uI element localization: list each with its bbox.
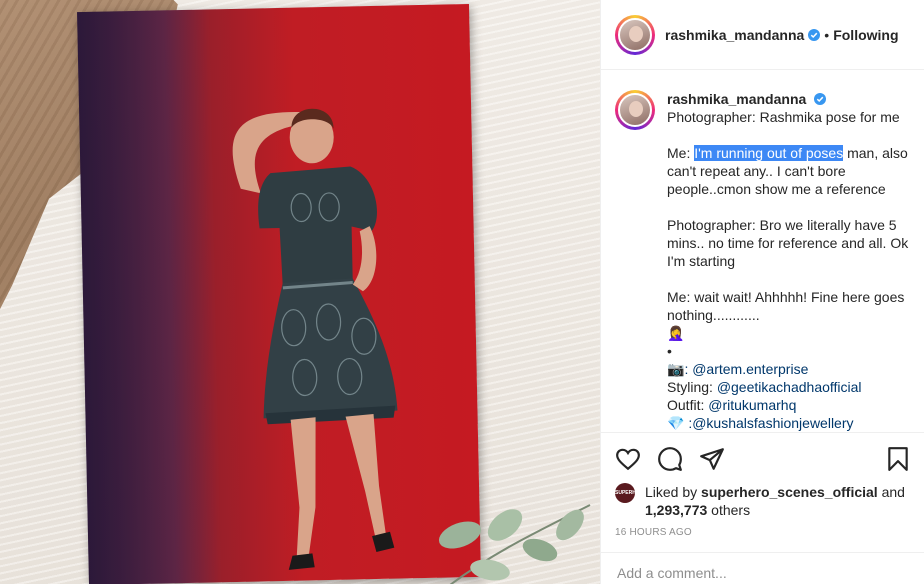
- model-figure: [232, 108, 398, 570]
- liker-username[interactable]: superhero_scenes_official: [701, 484, 878, 500]
- post-media[interactable]: [0, 0, 600, 584]
- post-photo: [77, 3, 481, 584]
- post-header: rashmika_mandanna • Following: [601, 0, 924, 70]
- comment-box: [601, 552, 924, 584]
- caption-section: rashmika_mandanna Photographer: Rashmika…: [601, 70, 924, 432]
- likes-summary: SUPERHERO Liked by superhero_scenes_offi…: [615, 483, 905, 518]
- caption-text: rashmika_mandanna Photographer: Rashmika…: [667, 90, 911, 432]
- caption-author-avatar[interactable]: [615, 90, 655, 130]
- caption-line: Outfit: @ritukumarhq: [667, 397, 797, 413]
- liker-avatar[interactable]: SUPERHERO: [615, 483, 647, 503]
- caption-username[interactable]: rashmika_mandanna: [667, 91, 806, 107]
- caption-line: Photographer: Bro we literally have 5 mi…: [667, 217, 909, 269]
- eucalyptus-decoration: [438, 504, 591, 584]
- photographer-tag[interactable]: : @artem.enterprise: [684, 361, 808, 377]
- heart-icon[interactable]: [615, 446, 641, 472]
- camera-emoji: 📷: [667, 361, 685, 377]
- verified-badge-icon: [808, 28, 821, 41]
- caption-line: Me: I'm running out of poses man, also c…: [667, 145, 908, 197]
- facepalm-emoji: 🤦‍♀️: [667, 325, 685, 341]
- post-timestamp[interactable]: 16 HOURS AGO: [615, 527, 911, 538]
- jewellery-tag[interactable]: :@kushalsfashionjewellery: [684, 415, 853, 431]
- caption-line: Photographer: Rashmika pose for me: [667, 109, 900, 125]
- post-actions: SUPERHERO Liked by superhero_scenes_offi…: [601, 432, 924, 552]
- author-avatar[interactable]: [615, 14, 655, 55]
- comment-icon[interactable]: [657, 446, 683, 472]
- caption-bullet: •: [667, 343, 672, 359]
- header-separator: •: [824, 26, 830, 43]
- post-side-panel: rashmika_mandanna • Following rashmika_m…: [600, 0, 924, 584]
- comment-input[interactable]: [617, 565, 909, 581]
- caption-line: 💎 :@kushalsfashionjewellery: [667, 414, 911, 432]
- stylist-tag[interactable]: @geetikachadhaofficial: [717, 379, 862, 395]
- gem-emoji: 💎: [667, 415, 685, 431]
- share-icon[interactable]: [699, 446, 725, 472]
- selected-text: I'm running out of poses: [694, 145, 844, 161]
- bookmark-icon[interactable]: [885, 446, 911, 472]
- caption-line: Styling: @geetikachadhaofficial: [667, 379, 862, 395]
- following-button[interactable]: Following: [833, 27, 898, 43]
- likes-count[interactable]: 1,293,773: [645, 502, 707, 518]
- verified-badge-icon: [814, 93, 827, 105]
- caption-line: 📷: @artem.enterprise: [667, 360, 911, 378]
- caption-line: Me: wait wait! Ahhhhh! Fine here goes no…: [667, 289, 905, 323]
- author-username[interactable]: rashmika_mandanna: [665, 27, 804, 43]
- outfit-tag[interactable]: @ritukumarhq: [708, 397, 796, 413]
